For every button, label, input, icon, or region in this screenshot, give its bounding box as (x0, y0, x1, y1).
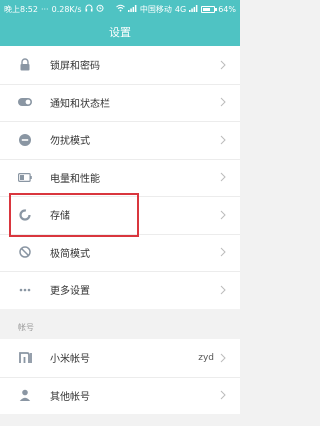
settings-item-lock-screen[interactable]: 锁屏和密码 (0, 46, 240, 84)
person-icon (18, 388, 32, 402)
chevron-right-icon (218, 134, 228, 146)
status-time: 晚上8:52 (4, 4, 38, 14)
battery-icon (18, 170, 32, 184)
lock-icon (18, 58, 32, 72)
signal-icon (127, 4, 137, 14)
chevron-right-icon (218, 171, 228, 183)
status-bar: 晚上8:52 ··· 0.28K/s 中国移动 4G 64% (0, 0, 240, 18)
settings-item-other-accounts[interactable]: 其他帐号 (0, 376, 240, 415)
chevron-right-icon (218, 389, 228, 401)
battery-status-icon (201, 5, 218, 13)
headphones-icon (85, 4, 93, 14)
settings-item-battery-performance[interactable]: 电量和性能 (0, 158, 240, 197)
status-network: 4G (174, 4, 187, 14)
status-battery: 64% (218, 4, 236, 14)
chevron-right-icon (218, 352, 228, 364)
status-carrier: 中国移动 (139, 4, 172, 14)
highlight-box (9, 193, 139, 237)
section-header-label: 帐号 (18, 322, 34, 332)
settings-item-label: 通知和状态栏 (50, 98, 110, 110)
mi-logo-icon (18, 351, 32, 365)
settings-item-label: 极简模式 (50, 248, 90, 260)
do-not-disturb-icon (18, 133, 32, 147)
settings-list: 锁屏和密码 通知和状态栏 勿扰模式 电量和性能 存储 极简模式 更多设置 (0, 46, 240, 309)
chevron-right-icon (218, 246, 228, 258)
accounts-list: 小米帐号 zyd 其他帐号 (0, 339, 240, 414)
chevron-right-icon (218, 96, 228, 108)
status-speed: 0.28K/s (51, 4, 82, 14)
chevron-right-icon (218, 59, 228, 71)
simple-mode-icon (18, 245, 32, 259)
more-dots-icon (18, 283, 32, 297)
dots-icon: ··· (40, 4, 49, 14)
settings-item-label: 其他帐号 (50, 391, 90, 403)
settings-item-label: 锁屏和密码 (50, 61, 100, 73)
settings-item-label: 电量和性能 (50, 173, 100, 185)
toggle-icon (18, 95, 32, 109)
chevron-right-icon (218, 209, 228, 221)
settings-item-label: 勿扰模式 (50, 136, 90, 148)
chevron-right-icon (218, 284, 228, 296)
wifi-icon (116, 4, 125, 14)
signal-icon (189, 4, 198, 14)
alarm-icon (96, 4, 104, 14)
page-title: 设置 (109, 26, 131, 39)
settings-item-notifications[interactable]: 通知和状态栏 (0, 83, 240, 122)
page-title-bar: 设置 (0, 18, 240, 46)
settings-item-label: 更多设置 (50, 286, 90, 298)
settings-item-label: 小米帐号 (50, 354, 90, 366)
section-header-accounts: 帐号 (0, 315, 240, 339)
settings-item-more-settings[interactable]: 更多设置 (0, 271, 240, 309)
settings-item-mi-account[interactable]: 小米帐号 zyd (0, 339, 240, 377)
settings-item-do-not-disturb[interactable]: 勿扰模式 (0, 121, 240, 159)
settings-item-simple-mode[interactable]: 极简模式 (0, 233, 240, 272)
account-username: zyd (198, 352, 214, 363)
